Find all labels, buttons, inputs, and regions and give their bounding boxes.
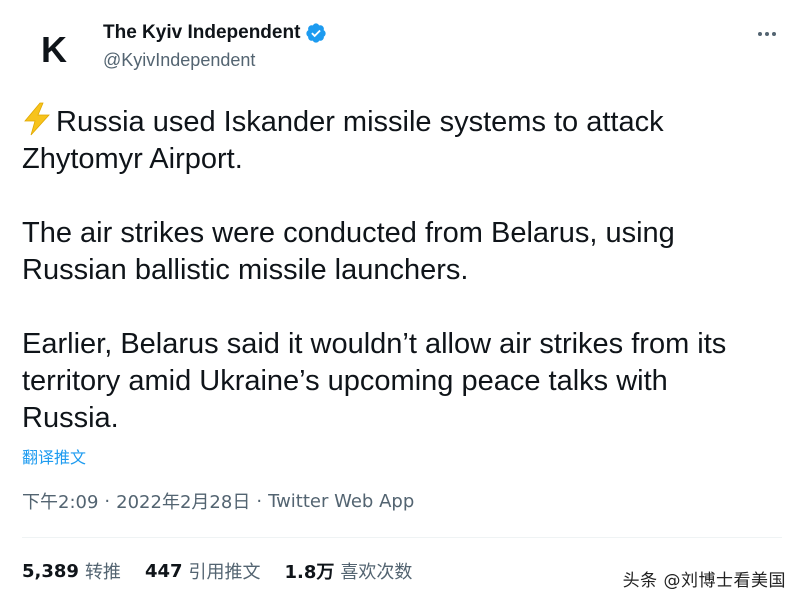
- tweet-body: Russia used Iskander missile systems to …: [22, 102, 792, 437]
- retweets-count: 5,389: [22, 560, 79, 582]
- author-display-name[interactable]: The Kyiv Independent: [103, 22, 300, 44]
- likes-count: 1.8万: [284, 562, 335, 583]
- tweet-time[interactable]: 下午2:09: [22, 488, 98, 514]
- avatar[interactable]: K: [22, 18, 86, 82]
- quotes-count: 447: [144, 560, 183, 582]
- watermark: 头条 @刘博士看美国: [622, 571, 786, 591]
- likes-label: 喜欢次数: [340, 562, 413, 583]
- retweets-label: 转推: [84, 562, 121, 583]
- tweet-meta: 下午2:09 · 2022年2月28日 · Twitter Web App: [22, 488, 414, 514]
- tweet-paragraph-1: Russia used Iskander missile systems to …: [22, 102, 792, 178]
- quotes-label: 引用推文: [188, 562, 261, 583]
- tweet-stats: 5,389 转推 447 引用推文 1.8万 喜欢次数: [22, 558, 436, 584]
- divider: [22, 537, 782, 538]
- verified-badge-icon: [306, 23, 327, 43]
- tweet-date[interactable]: 2022年2月28日: [116, 488, 250, 514]
- more-options-button[interactable]: [752, 20, 782, 48]
- tweet-paragraph-3: Earlier, Belarus said it wouldn’t allow …: [22, 328, 727, 434]
- more-dot-icon: [772, 32, 776, 36]
- avatar-letter: K: [41, 29, 67, 70]
- tweet-paragraph-1-text: Russia used Iskander missile systems to …: [22, 106, 664, 175]
- quotes-stat[interactable]: 447 引用推文: [145, 558, 261, 584]
- tweet-client[interactable]: Twitter Web App: [268, 491, 414, 512]
- high-voltage-icon: [24, 102, 50, 136]
- likes-stat[interactable]: 1.8万 喜欢次数: [285, 558, 413, 584]
- more-dot-icon: [758, 32, 762, 36]
- author-handle[interactable]: @KyivIndependent: [103, 50, 255, 71]
- author-name-row: The Kyiv Independent: [103, 22, 327, 44]
- tweet-paragraph-2: The air strikes were conducted from Bela…: [22, 217, 675, 286]
- meta-separator: ·: [256, 490, 263, 512]
- translate-tweet-link[interactable]: 翻译推文: [22, 444, 86, 468]
- retweets-stat[interactable]: 5,389 转推: [22, 558, 121, 584]
- meta-separator: ·: [104, 490, 111, 512]
- more-dot-icon: [765, 32, 769, 36]
